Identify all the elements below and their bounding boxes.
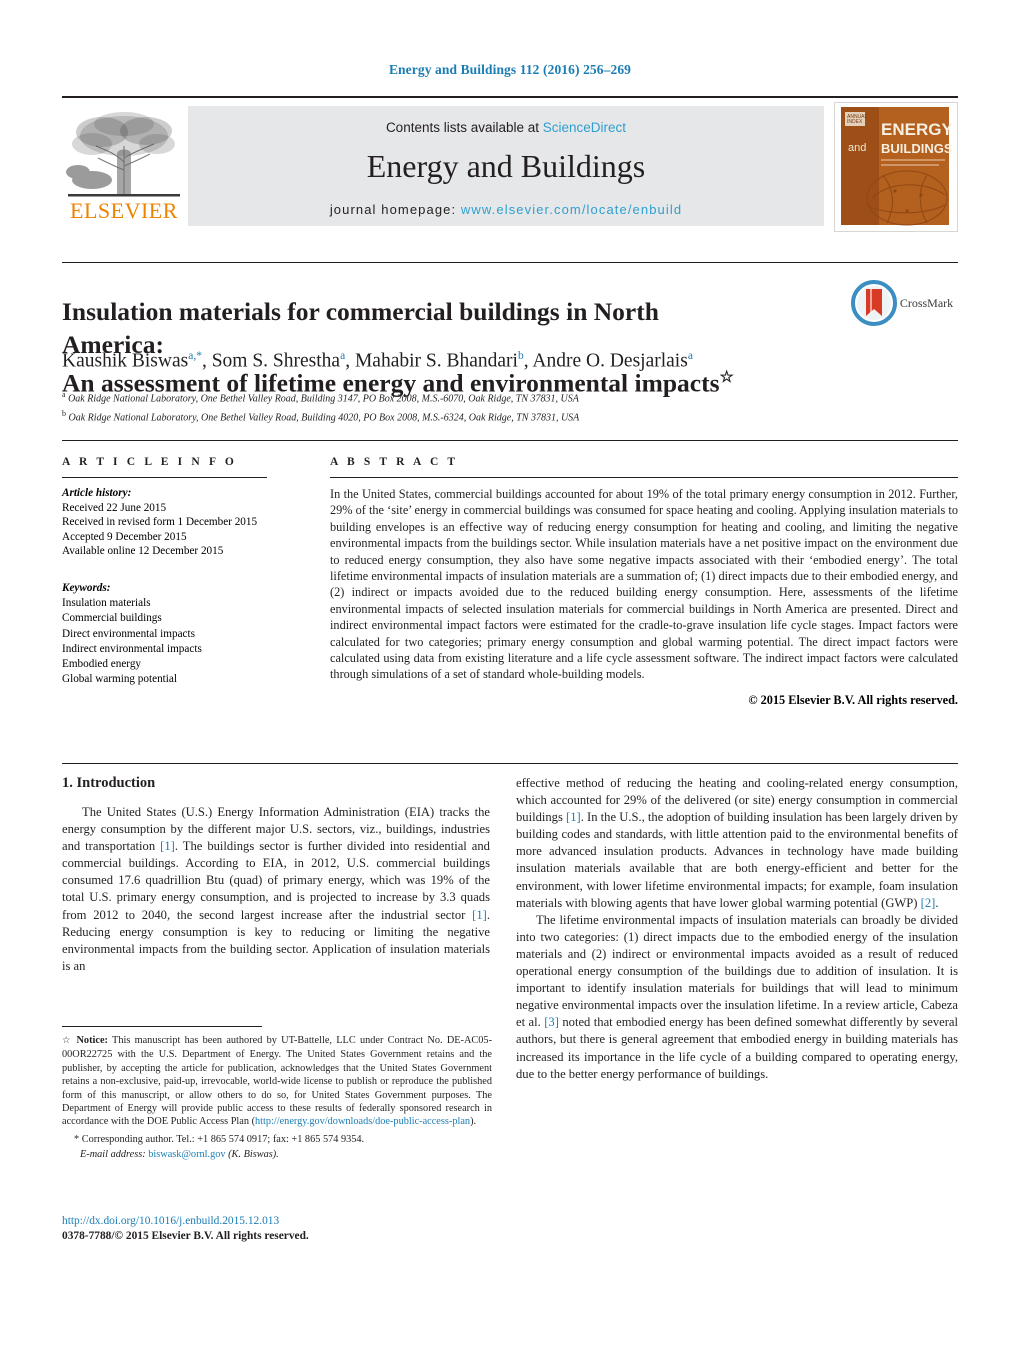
author-affil-marker: a bbox=[687, 350, 693, 362]
crossmark-badge[interactable]: CrossMark bbox=[846, 280, 958, 342]
section-heading-introduction: 1. Introduction bbox=[62, 775, 156, 791]
citation-ref-1[interactable]: [1] bbox=[472, 908, 487, 922]
intro-p1r-c: . bbox=[935, 895, 939, 910]
homepage-url-link[interactable]: www.elsevier.com/locate/enbuild bbox=[461, 202, 682, 217]
corresponding-text: Corresponding author. Tel.: +1 865 574 0… bbox=[79, 1133, 365, 1145]
history-item: Received in revised form 1 December 2015 bbox=[62, 516, 258, 529]
abstract-column: A B S T R A C T In the United States, co… bbox=[330, 456, 958, 708]
contents-available-line: Contents lists available at ScienceDirec… bbox=[188, 120, 824, 135]
notice-label: Notice: bbox=[76, 1035, 108, 1046]
notice-text: This manuscript has been authored by UT-… bbox=[62, 1035, 493, 1128]
email-label: E-mail address: bbox=[80, 1149, 146, 1161]
footnote-divider bbox=[62, 1026, 262, 1027]
email-owner: (K. Biswas). bbox=[228, 1149, 279, 1161]
citation-ref-2[interactable]: [2] bbox=[921, 896, 936, 910]
svg-text:and: and bbox=[848, 142, 866, 154]
intro-p1r-b: . In the U.S., the adoption of building … bbox=[516, 810, 959, 910]
page-title: Insulation materials for commercial buil… bbox=[62, 295, 762, 400]
keywords-label: Keywords: bbox=[62, 581, 111, 594]
body-column-left: 1. Introduction The United States (U.S.)… bbox=[62, 775, 490, 975]
affiliation-b: b Oak Ridge National Laboratory, One Bet… bbox=[62, 408, 580, 424]
journal-masthead: ELSEVIER Contents lists available at Sci… bbox=[62, 96, 958, 232]
citation-ref-1[interactable]: [1] bbox=[160, 839, 175, 853]
journal-band: Contents lists available at ScienceDirec… bbox=[188, 106, 824, 226]
article-info-heading: A R T I C L E I N F O bbox=[62, 456, 237, 468]
keyword-item: Insulation materials bbox=[62, 597, 151, 610]
intro-paragraph-1-cont: effective method of reducing the heating… bbox=[516, 775, 958, 912]
svg-text:INDEX: INDEX bbox=[847, 119, 863, 125]
citation-ref-3[interactable]: [3] bbox=[544, 1015, 559, 1029]
abstract-text: In the United States, commercial buildin… bbox=[330, 487, 958, 682]
journal-title: Energy and Buildings bbox=[366, 148, 646, 184]
keyword-item: Direct environmental impacts bbox=[62, 627, 195, 640]
article-history-label: Article history: bbox=[62, 487, 132, 499]
article-info-rule bbox=[62, 477, 267, 478]
info-divider-top bbox=[62, 440, 958, 441]
abstract-copyright: © 2015 Elsevier B.V. All rights reserved… bbox=[748, 692, 958, 707]
history-item: Accepted 9 December 2015 bbox=[62, 530, 187, 543]
notice-marker: ☆ bbox=[62, 1036, 73, 1046]
body-column-right: effective method of reducing the heating… bbox=[516, 775, 958, 1083]
author-list: Kaushik Biswasa,*, Som S. Shresthaa, Mah… bbox=[62, 350, 693, 372]
intro-paragraph-1: The United States (U.S.) Energy Informat… bbox=[62, 804, 490, 975]
elsevier-tree-icon bbox=[66, 112, 180, 197]
keywords-block: Keywords: Insulation materials Commercia… bbox=[62, 581, 267, 687]
affiliations: a Oak Ridge National Laboratory, One Bet… bbox=[62, 388, 822, 426]
journal-cover-thumbnail: ANNUAL INDEX and ENERGY BUILDINGS bbox=[834, 102, 958, 232]
keyword-item: Indirect environmental impacts bbox=[62, 642, 202, 655]
keyword-item: Embodied energy bbox=[62, 657, 142, 670]
elsevier-wordmark: ELSEVIER bbox=[70, 198, 178, 223]
issn-copyright-line: 0378-7788/© 2015 Elsevier B.V. All right… bbox=[62, 1230, 309, 1242]
contents-prefix: Contents lists available at bbox=[385, 120, 543, 135]
history-item: Available online 12 December 2015 bbox=[62, 545, 224, 558]
crossmark-icon bbox=[850, 280, 897, 326]
keyword-item: Global warming potential bbox=[62, 673, 177, 686]
doi-link[interactable]: http://dx.doi.org/10.1016/j.enbuild.2015… bbox=[62, 1214, 502, 1229]
elsevier-logo: ELSEVIER bbox=[62, 106, 186, 226]
email-link[interactable]: biswask@ornl.gov bbox=[148, 1149, 225, 1160]
running-head: Energy and Buildings 112 (2016) 256–269 bbox=[388, 62, 632, 77]
footnote-corresponding-author: * Corresponding author. Tel.: +1 865 574… bbox=[62, 1133, 492, 1146]
notice-text-end: ). bbox=[470, 1116, 477, 1128]
intro-paragraph-2: The lifetime environmental impacts of in… bbox=[516, 912, 958, 1083]
keyword-item: Commercial buildings bbox=[62, 612, 162, 625]
affiliation-a: a Oak Ridge National Laboratory, One Bet… bbox=[62, 390, 579, 405]
svg-text:ENERGY: ENERGY bbox=[881, 120, 953, 139]
svg-text:BUILDINGS: BUILDINGS bbox=[881, 141, 953, 156]
history-item: Received 22 June 2015 bbox=[62, 501, 167, 514]
footnote-email: E-mail address: biswask@ornl.gov (K. Bis… bbox=[62, 1148, 492, 1161]
article-history: Article history: Received 22 June 2015 R… bbox=[62, 486, 267, 559]
intro-p2-a: The lifetime environmental impacts of in… bbox=[516, 912, 958, 1030]
sciencedirect-link[interactable]: ScienceDirect bbox=[543, 120, 626, 135]
footer-doi-block: http://dx.doi.org/10.1016/j.enbuild.2015… bbox=[62, 1214, 502, 1244]
journal-cover-image: ANNUAL INDEX and ENERGY BUILDINGS bbox=[835, 103, 955, 229]
author-affil-marker: a,* bbox=[188, 350, 202, 362]
intro-p2-b: noted that embodied energy has been defi… bbox=[516, 1015, 958, 1081]
author-affil-marker: b bbox=[517, 350, 524, 362]
footnote-notice: ☆ Notice: This manuscript has been autho… bbox=[62, 1034, 492, 1129]
crossmark-label: CrossMark bbox=[899, 295, 954, 310]
article-page: Energy and Buildings 112 (2016) 256–269 bbox=[0, 0, 1020, 1351]
journal-homepage-line: journal homepage: www.elsevier.com/locat… bbox=[188, 202, 824, 217]
article-info-column: A R T I C L E I N F O Article history: R… bbox=[62, 456, 267, 687]
citation-ref-1[interactable]: [1] bbox=[566, 810, 581, 824]
info-divider-bottom bbox=[62, 763, 958, 764]
author-affil-marker: a bbox=[340, 350, 346, 362]
homepage-prefix: journal homepage: bbox=[329, 202, 461, 217]
footnotes-block: ☆ Notice: This manuscript has been autho… bbox=[62, 1034, 492, 1164]
title-divider bbox=[62, 262, 958, 263]
abstract-rule bbox=[330, 477, 958, 478]
doe-public-access-link[interactable]: http://energy.gov/downloads/doe-public-a… bbox=[255, 1116, 470, 1127]
abstract-heading: A B S T R A C T bbox=[330, 456, 459, 468]
